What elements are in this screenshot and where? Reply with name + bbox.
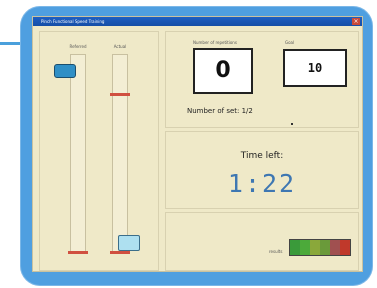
reference-slider-handle[interactable] bbox=[54, 64, 76, 78]
actual-bottom-line bbox=[110, 251, 130, 254]
close-button[interactable]: × bbox=[352, 18, 360, 25]
actual-slider-handle[interactable] bbox=[118, 235, 140, 251]
actual-target-line bbox=[110, 93, 130, 96]
reference-slider-label: Referred bbox=[69, 44, 87, 49]
reference-track bbox=[68, 54, 88, 254]
dot-marker bbox=[291, 123, 293, 125]
result-label: results bbox=[269, 249, 283, 254]
reference-target-line bbox=[68, 251, 88, 254]
result-segment bbox=[320, 240, 330, 255]
set-counter-text: Number of set: 1/2 bbox=[187, 107, 253, 115]
goal-label: Goal bbox=[285, 40, 295, 45]
actual-slider-label: Actual bbox=[113, 44, 127, 49]
result-segment bbox=[310, 240, 320, 255]
repetitions-counter: 0 bbox=[193, 48, 253, 94]
window-title: Pinch Functional Speed Training bbox=[41, 19, 105, 24]
result-color-bar bbox=[289, 239, 351, 256]
result-segment bbox=[300, 240, 310, 255]
result-segment bbox=[290, 240, 300, 255]
device-frame: Pinch Functional Speed Training × Referr… bbox=[20, 6, 373, 286]
result-segment bbox=[330, 240, 340, 255]
app-screen: Pinch Functional Speed Training × Referr… bbox=[33, 17, 362, 271]
result-segment bbox=[340, 240, 350, 255]
photo-stage: Pinch Functional Speed Training × Referr… bbox=[0, 0, 377, 288]
time-left-value: 1:22 bbox=[227, 169, 297, 198]
actual-track bbox=[110, 54, 130, 254]
goal-value: 10 bbox=[283, 49, 347, 87]
repetitions-label: Number of repetitions bbox=[193, 40, 237, 45]
title-bar: Pinch Functional Speed Training × bbox=[33, 17, 362, 26]
time-left-label: Time left: bbox=[240, 151, 284, 161]
